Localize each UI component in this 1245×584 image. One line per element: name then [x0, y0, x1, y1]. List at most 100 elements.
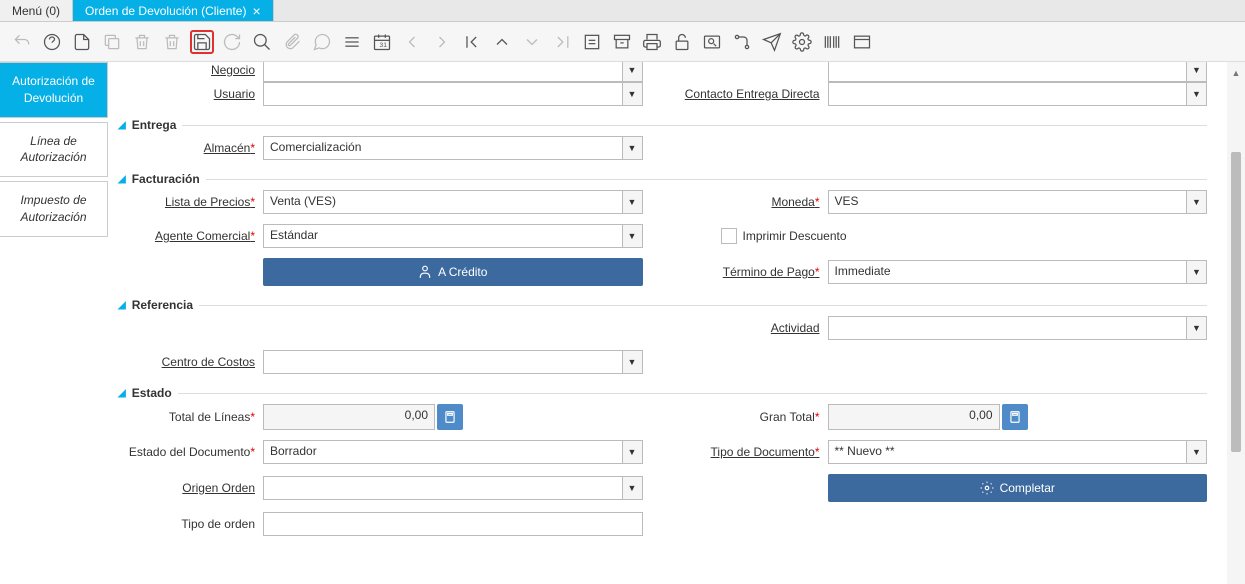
termino-input[interactable]: Immediate: [828, 260, 1208, 284]
tab-orden-devolucion[interactable]: Orden de Devolución (Cliente) ×: [73, 0, 274, 21]
collapse-icon: ◢: [118, 174, 126, 185]
delete-icon[interactable]: [130, 30, 154, 54]
workflow-icon[interactable]: [730, 30, 754, 54]
form-area: Negocio ▼ .▼ Usuario ▼ Contacto Entrega …: [108, 62, 1227, 584]
dropdown-icon[interactable]: ▼: [1186, 441, 1206, 463]
tipodoc-input[interactable]: ** Nuevo **: [828, 440, 1208, 464]
label-origen: Origen Orden: [118, 481, 263, 495]
label-totallineas: Total de Líneas*: [118, 410, 263, 424]
delete-all-icon[interactable]: [160, 30, 184, 54]
label-imprimir: Imprimir Descuento: [743, 229, 847, 243]
dropdown-icon[interactable]: ▼: [1186, 62, 1206, 81]
up-icon[interactable]: [490, 30, 514, 54]
label-grantotal: Gran Total*: [683, 410, 828, 424]
calculator-icon[interactable]: [1002, 404, 1028, 430]
dropdown-icon[interactable]: ▼: [1186, 261, 1206, 283]
save-icon[interactable]: [190, 30, 214, 54]
lista-input[interactable]: Venta (VES): [263, 190, 643, 214]
copy-icon[interactable]: [100, 30, 124, 54]
label-centro: Centro de Costos: [118, 355, 263, 369]
label-tipodoc: Tipo de Documento*: [683, 445, 828, 459]
imprimir-checkbox[interactable]: [721, 228, 737, 244]
totallineas-input[interactable]: 0,00: [263, 404, 435, 430]
tipoorden-input[interactable]: [263, 512, 643, 536]
sidetab-impuesto[interactable]: Impuesto de Autorización: [0, 181, 108, 237]
tab-menu[interactable]: Menú (0): [0, 0, 73, 21]
report-icon[interactable]: [580, 30, 604, 54]
label-usuario: Usuario: [118, 87, 263, 101]
new-icon[interactable]: [70, 30, 94, 54]
print-icon[interactable]: [640, 30, 664, 54]
dropdown-icon[interactable]: ▼: [622, 351, 642, 373]
section-referencia[interactable]: ◢Referencia: [118, 298, 1207, 312]
dropdown-icon[interactable]: ▼: [622, 441, 642, 463]
grid-toggle-icon[interactable]: [340, 30, 364, 54]
label-negocio: Negocio: [118, 63, 263, 77]
centro-input[interactable]: [263, 350, 643, 374]
label-actividad: Actividad: [683, 321, 828, 335]
lock-icon[interactable]: [670, 30, 694, 54]
label-lista: Lista de Precios*: [118, 195, 263, 209]
dropdown-icon[interactable]: ▼: [622, 225, 642, 247]
label-estadodoc: Estado del Documento*: [118, 445, 263, 459]
dropdown-icon[interactable]: ▼: [622, 191, 642, 213]
last-icon[interactable]: [550, 30, 574, 54]
origen-input[interactable]: [263, 476, 643, 500]
section-estado[interactable]: ◢Estado: [118, 386, 1207, 400]
estadodoc-input[interactable]: Borrador: [263, 440, 643, 464]
prev-icon[interactable]: [400, 30, 424, 54]
next-icon[interactable]: [430, 30, 454, 54]
label-almacen: Almacén*: [118, 141, 263, 155]
calculator-icon[interactable]: [437, 404, 463, 430]
moneda-input[interactable]: VES: [828, 190, 1208, 214]
barcode-icon[interactable]: [820, 30, 844, 54]
window-icon[interactable]: [850, 30, 874, 54]
down-icon[interactable]: [520, 30, 544, 54]
search-icon[interactable]: [250, 30, 274, 54]
usuario-input[interactable]: [263, 82, 643, 106]
comment-icon[interactable]: [310, 30, 334, 54]
completar-button[interactable]: Completar: [828, 474, 1208, 502]
first-icon[interactable]: [460, 30, 484, 54]
send-icon[interactable]: [760, 30, 784, 54]
blank-input[interactable]: [828, 62, 1208, 82]
collapse-icon: ◢: [118, 300, 126, 311]
undo-icon[interactable]: [10, 30, 34, 54]
label-moneda: Moneda*: [683, 195, 828, 209]
collapse-icon: ◢: [118, 388, 126, 399]
zoom-icon[interactable]: [700, 30, 724, 54]
label-contacto: Contacto Entrega Directa: [683, 87, 828, 101]
scrollbar-thumb[interactable]: [1231, 152, 1241, 452]
dropdown-icon[interactable]: ▼: [622, 83, 642, 105]
negocio-input[interactable]: [263, 62, 643, 82]
actividad-input[interactable]: [828, 316, 1208, 340]
agente-input[interactable]: Estándar: [263, 224, 643, 248]
gear-icon[interactable]: [790, 30, 814, 54]
almacen-input[interactable]: Comercialización: [263, 136, 643, 160]
dropdown-icon[interactable]: ▼: [1186, 83, 1206, 105]
dropdown-icon[interactable]: ▼: [1186, 317, 1206, 339]
grantotal-input[interactable]: 0,00: [828, 404, 1000, 430]
sidetab-linea[interactable]: Línea de Autorización: [0, 122, 108, 178]
scroll-up-icon[interactable]: ▲: [1230, 66, 1242, 80]
archive-icon[interactable]: [610, 30, 634, 54]
dropdown-icon[interactable]: ▼: [622, 137, 642, 159]
toolbar: 31: [0, 22, 1245, 62]
dropdown-icon[interactable]: ▼: [1186, 191, 1206, 213]
label-termino: Término de Pago*: [683, 265, 828, 279]
window-tabs: Menú (0) Orden de Devolución (Cliente) ×: [0, 0, 1245, 22]
sidetab-autorizacion[interactable]: Autorización de Devolución: [0, 62, 108, 118]
refresh-icon[interactable]: [220, 30, 244, 54]
section-facturacion[interactable]: ◢Facturación: [118, 172, 1207, 186]
label-tipoorden: Tipo de orden: [118, 517, 263, 531]
label-agente: Agente Comercial*: [118, 229, 263, 243]
attachment-icon[interactable]: [280, 30, 304, 54]
dropdown-icon[interactable]: ▼: [622, 477, 642, 499]
acredito-button[interactable]: A Crédito: [263, 258, 643, 286]
contacto-input[interactable]: [828, 82, 1208, 106]
close-icon[interactable]: ×: [252, 3, 260, 19]
section-entrega[interactable]: ◢Entrega: [118, 118, 1207, 132]
help-icon[interactable]: [40, 30, 64, 54]
calendar-icon[interactable]: 31: [370, 30, 394, 54]
dropdown-icon[interactable]: ▼: [622, 62, 642, 81]
